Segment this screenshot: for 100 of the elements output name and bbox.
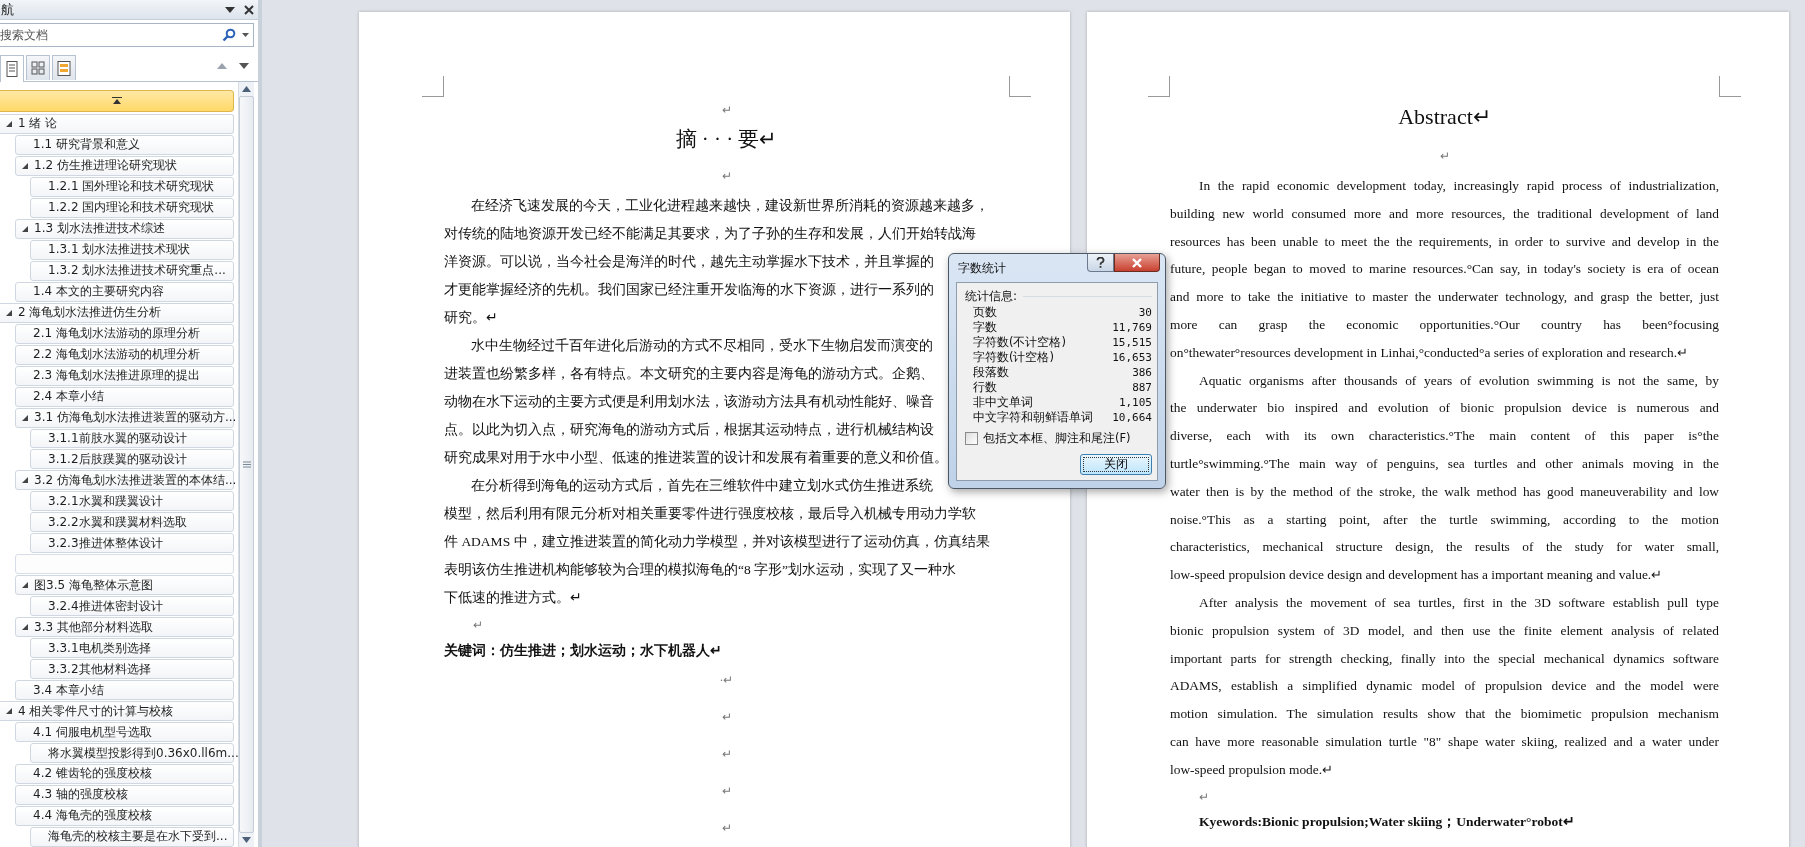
down-arrow-icon[interactable]	[242, 837, 251, 843]
outline-item[interactable]: 2 海龟划水法推进仿生分析	[0, 302, 234, 323]
expanded-triangle-icon[interactable]	[5, 119, 13, 128]
outline-item[interactable]: 4.4 海龟壳的强度校核	[15, 805, 234, 826]
stat-label: 段落数	[973, 365, 1009, 380]
outline-item[interactable]: 3.1 仿海龟划水法推进装置的驱动方...	[15, 407, 234, 428]
expanded-triangle-icon[interactable]	[5, 707, 13, 716]
text-line: motion simulation. The simulation results show that the biomimetic propulsion mechanism	[1170, 705, 1719, 724]
outline-item[interactable]: 1.2 仿生推进理论研究现状	[15, 155, 234, 176]
view-tab[interactable]	[0, 55, 24, 82]
text-line: After analysis the movement of sea turtles, first in the 3D software establish pull type	[1198, 593, 1719, 612]
outline-item[interactable]: 图3.5 海龟整体示意图	[15, 575, 234, 596]
expanded-triangle-icon[interactable]	[21, 224, 29, 233]
text-line: 进装置也纷繁多样，各有特点。本文研究的主要内容是海龟的游动方式。企鹅、	[444, 365, 934, 383]
page-heading: Abstract↵	[1398, 104, 1491, 130]
section-label: 统计信息:	[965, 288, 1018, 305]
dropdown-caret-icon[interactable]	[224, 4, 236, 15]
dropdown-caret-icon[interactable]	[242, 32, 249, 38]
paragraph-mark: ↵	[721, 168, 732, 184]
text-line: more can grasp the economic opportunities.°Our country has been°focusing	[1170, 316, 1719, 334]
view-tab[interactable]	[26, 55, 50, 80]
expanded-triangle-icon[interactable]	[21, 413, 29, 422]
outline-item[interactable]: 1.4 本文的主要研究内容	[15, 281, 234, 302]
text-line: 表明该仿生推进机构能够较为合理的模拟海龟的“8 字形”划水运动，实现了又一种水	[444, 561, 957, 579]
outline-item[interactable]: 3.1.2后肢蹼翼的驱动设计	[30, 449, 234, 470]
outline-item[interactable]: 1.2.1 国外理论和技术研究现状	[30, 176, 234, 197]
text-line: building new world consumed more and more resources, the traditional development of land	[1170, 204, 1719, 223]
stat-value: 386	[1132, 365, 1152, 380]
outline-item[interactable]: 3.2.4推进体密封设计	[30, 596, 234, 617]
text-line: turtle°swimming.°The main way of penguins, sea turtles and other animals moving in the	[1170, 454, 1719, 473]
outline-item[interactable]: 1.3 划水法推进技术综述	[15, 218, 234, 239]
outline-item[interactable]: 4.3 轴的强度校核	[15, 784, 234, 805]
stat-value: 15,515	[1112, 335, 1152, 350]
text-line: 在经济飞速发展的今天，工业化进程越来越快，建设新世界所消耗的资源越来越多，	[470, 197, 989, 215]
expanded-triangle-icon[interactable]	[21, 623, 29, 632]
stat-label: 行数	[973, 380, 997, 395]
outline-item[interactable]: 1.2.2 国内理论和技术研究现状	[30, 197, 234, 218]
outline-item[interactable]: 3.3.1电机类别选择	[30, 638, 234, 659]
crop-mark	[1009, 76, 1031, 97]
text-line: and more to take the initiative to master the underwater technology, and grasp the better, just	[1170, 288, 1719, 307]
outline-item[interactable]: 3.2 仿海龟划水法推进装置的本体结...	[15, 470, 234, 491]
search-icon[interactable]	[222, 28, 236, 42]
outline-item[interactable]: 1.3.2 划水法推进技术研究重点...	[30, 260, 234, 281]
text-line: characteristics, mechanical structure design, the results of the study for water small,	[1170, 538, 1719, 557]
document-icon	[6, 61, 18, 77]
outline-item[interactable]: 3.2.3推进体整体设计	[30, 533, 234, 554]
outline-item[interactable]: 4.2 锥齿轮的强度校核	[15, 764, 234, 784]
outline-item[interactable]: 2.3 海龟划水法推进原理的提出	[15, 365, 234, 386]
expanded-triangle-icon[interactable]	[21, 476, 29, 485]
checkbox-label[interactable]: 包括文本框、脚注和尾注(F)	[983, 431, 1131, 446]
outline-item[interactable]: 3.2.1水翼和蹼翼设计	[30, 491, 234, 512]
crop-mark	[1719, 76, 1741, 97]
text-line: diverse, each with its own characteristics.°The main content of this paper is°the	[1170, 427, 1719, 446]
outline-item[interactable]: 1.1 研究背景和意义	[15, 134, 234, 155]
up-arrow-icon[interactable]	[216, 62, 228, 70]
outline-item[interactable]: 2.4 本章小结	[15, 386, 234, 407]
outline-item[interactable]: 3.3 其他部分材料选取	[15, 617, 234, 638]
text-line: 下低速的推进方式。↵	[444, 589, 582, 607]
outline-item[interactable]: 海龟壳的校核主要是在水下受到...	[30, 826, 234, 847]
outline-item[interactable]: 3.2.2水翼和蹼翼材料选取	[30, 512, 234, 533]
help-button[interactable]	[1087, 254, 1114, 272]
text-line: 洋资源。可以说，当今社会是海洋的时代，越先主动掌握水下技术，并且掌握的	[444, 253, 934, 271]
close-button[interactable]: 关闭	[1080, 454, 1152, 475]
text-line: 在分析得到海龟的运动方式后，首先在三维软件中建立划水式仿生推进系统	[470, 477, 933, 495]
paragraph-mark: ·↵	[719, 673, 734, 688]
outline-item[interactable]: 3.4 本章小结	[15, 680, 234, 701]
stat-value: 30	[1138, 305, 1152, 320]
expanded-triangle-icon[interactable]	[5, 308, 13, 317]
stat-label: 字符数(不计空格)	[973, 335, 1066, 350]
down-arrow-icon[interactable]	[238, 62, 250, 70]
text-line: 才更能掌握经济的先机。我们国家已经注重开发临海的水下资源，进行一系列的	[444, 281, 934, 299]
text-line: 水中生物经过千百年进化后游动的方式不尽相同，受水下生物启发而演变的	[470, 337, 933, 355]
expanded-triangle-icon[interactable]	[21, 161, 29, 170]
expanded-triangle-icon[interactable]	[21, 581, 29, 590]
page-heading: 摘 · · · 要↵	[675, 126, 778, 152]
outline-item[interactable]: 1.3.1 划水法推进技术现状	[30, 239, 234, 260]
outline-item[interactable]: 2.2 海龟划水法游动的机理分析	[15, 344, 234, 365]
outline-item[interactable]: 2.1 海龟划水法游动的原理分析	[15, 323, 234, 344]
view-tab[interactable]	[52, 55, 76, 80]
text-line: bionic propulsion system of 3D model, and then use the finite element analysis of related	[1170, 621, 1719, 640]
text-line: In the rapid economic development today, increasingly rapid process of industrialization,	[1198, 177, 1719, 195]
outline-item[interactable]: 3.3.2其他材料选择	[30, 659, 234, 680]
outline-item[interactable]: 3.1.1前肢水翼的驱动设计	[30, 428, 234, 449]
stat-value: 1,105	[1118, 395, 1152, 410]
stat-label: 字符数(计空格)	[973, 350, 1054, 365]
checkbox[interactable]	[965, 432, 978, 445]
close-button[interactable]	[1114, 254, 1160, 272]
paragraph-mark: ↵	[721, 747, 732, 762]
search-field[interactable]: 搜索文档	[0, 23, 254, 47]
text-line: future, people began to moved to marine resources.°Can say, in today's society is era of ocean	[1170, 260, 1719, 279]
paragraph-mark: ↵	[721, 821, 732, 836]
stat-label: 字数	[973, 320, 997, 335]
outline-item[interactable]: 4.1 伺服电机型号选取	[15, 722, 234, 743]
outline-item[interactable]: 4 相关零件尺寸的计算与校核	[0, 701, 234, 722]
stat-label: 中文字符和朝鲜语单词	[973, 410, 1093, 425]
outline-item[interactable]: 1 绪 论	[0, 113, 234, 134]
close-icon[interactable]	[244, 4, 254, 15]
text-line: 件 ADAMS 中，建立推进装置的简化动力学模型，并对该模型进行了运动仿真，仿真结果	[444, 533, 990, 551]
up-arrow-icon[interactable]	[242, 86, 251, 92]
text-line: 研究成果对用于水中小型、低速的推进装置的设计和发展有着重要的意义和价值。	[444, 449, 948, 467]
